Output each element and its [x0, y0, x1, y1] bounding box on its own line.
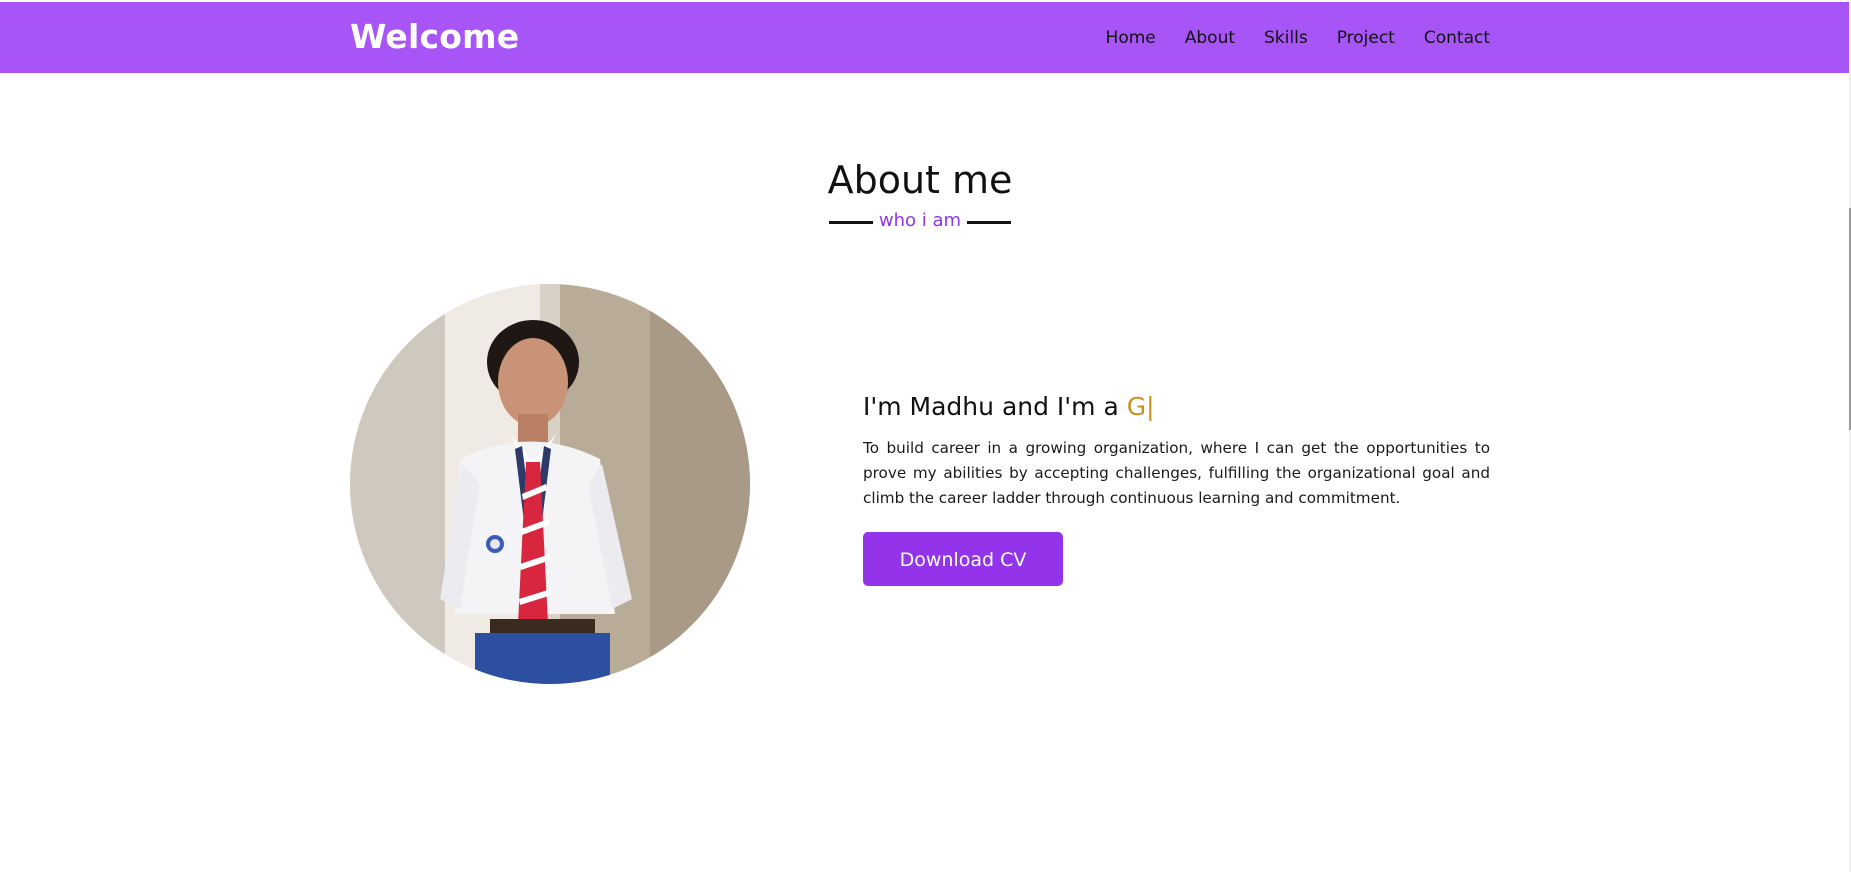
- nav-link-home[interactable]: Home: [1106, 28, 1156, 48]
- site-logo[interactable]: Welcome: [350, 15, 519, 59]
- intro-prefix: I'm Madhu and I'm a: [863, 392, 1127, 421]
- nav-link-about[interactable]: About: [1185, 28, 1235, 48]
- nav-link-contact[interactable]: Contact: [1424, 28, 1490, 48]
- nav-menu: Home About Skills Project Contact: [1077, 2, 1490, 73]
- profile-photo: [350, 284, 750, 684]
- subtitle-divider-right: [967, 221, 1011, 224]
- profile-photo-illustration: [350, 284, 750, 684]
- page: Welcome Home About Skills Project Contac…: [0, 0, 1851, 872]
- navbar-inner: Welcome Home About Skills Project Contac…: [350, 2, 1490, 73]
- about-description: To build career in a growing organizatio…: [863, 439, 1490, 507]
- navbar: Welcome Home About Skills Project Contac…: [0, 2, 1849, 73]
- section-title: About me: [827, 158, 1013, 202]
- section-subtitle: who i am: [829, 208, 1011, 234]
- download-cv-button[interactable]: Download CV: [863, 532, 1063, 586]
- typing-cursor: |: [1146, 392, 1155, 421]
- nav-link-skills[interactable]: Skills: [1264, 28, 1308, 48]
- nav-link-project[interactable]: Project: [1337, 28, 1395, 48]
- intro-heading: I'm Madhu and I'm a G|: [863, 389, 1155, 425]
- typed-role-text: G: [1126, 392, 1147, 421]
